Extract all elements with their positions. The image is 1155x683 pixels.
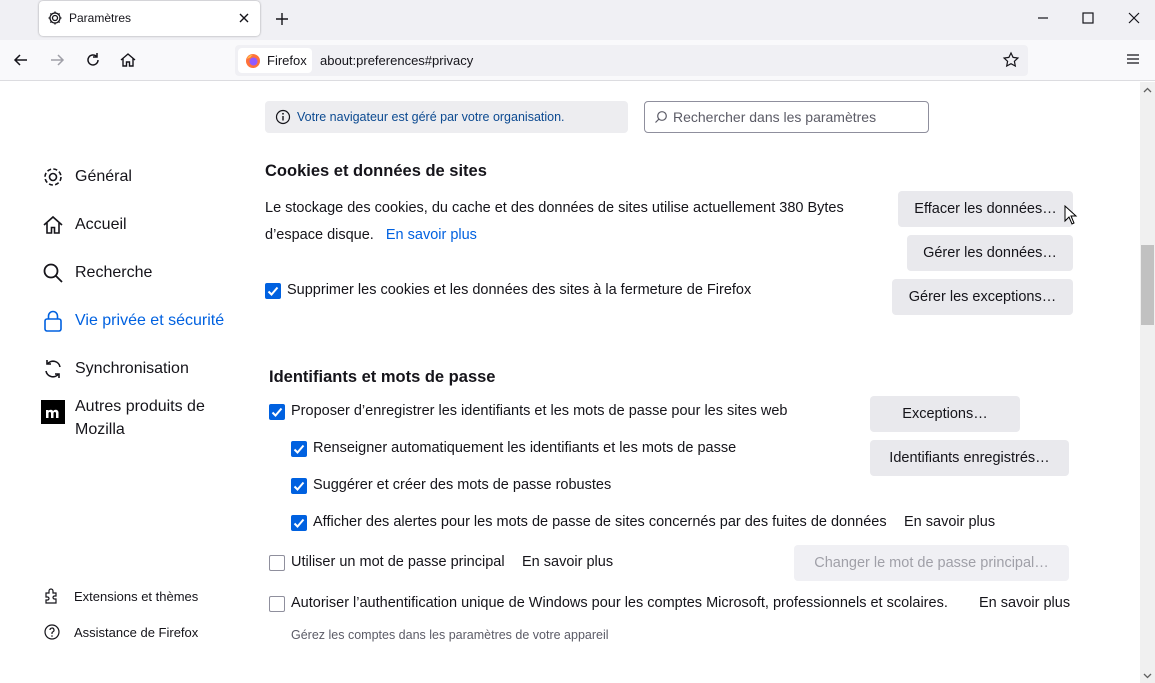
ask-to-save-checkbox[interactable] <box>269 404 285 420</box>
primary-password-checkbox[interactable] <box>269 555 285 571</box>
close-icon[interactable] <box>236 10 252 26</box>
cookies-description-line1: Le stockage des cookies, du cache et des… <box>265 200 844 216</box>
saved-logins-button[interactable]: Identifiants enregistrés… <box>870 440 1069 476</box>
hamburger-menu-icon[interactable] <box>1124 50 1142 68</box>
window-close-icon[interactable] <box>1124 8 1144 28</box>
autofill-label[interactable]: Renseigner automatiquement les identifia… <box>313 440 736 456</box>
maximize-icon[interactable] <box>1078 8 1098 28</box>
sidebar-item-label: Accueil <box>75 216 127 233</box>
search-input[interactable] <box>673 109 923 125</box>
manage-exceptions-button[interactable]: Gérer les exceptions… <box>892 279 1073 315</box>
suggest-passwords-label[interactable]: Suggérer et créer des mots de passe robu… <box>313 477 611 493</box>
gear-icon <box>48 11 62 25</box>
search-field[interactable] <box>644 101 929 133</box>
reload-icon[interactable] <box>83 50 103 70</box>
search-icon <box>43 263 63 283</box>
url-bar[interactable]: Firefox about:preferences#privacy <box>235 45 1028 76</box>
tab-preferences[interactable]: Paramètres <box>39 1 260 36</box>
breach-alerts-label[interactable]: Afficher des alertes pour les mots de pa… <box>313 514 887 530</box>
scroll-down-icon[interactable] <box>1142 670 1153 681</box>
sidebar-item-label: Autres produits de Mozilla <box>75 398 205 438</box>
windows-sso-checkbox[interactable] <box>269 596 285 612</box>
delete-on-close-label[interactable]: Supprimer les cookies et les données des… <box>287 282 751 298</box>
policies-notice[interactable]: Votre navigateur est géré par votre orga… <box>265 101 628 133</box>
sidebar-item-label: Recherche <box>75 264 153 281</box>
info-icon <box>275 109 291 125</box>
new-tab-icon[interactable] <box>272 9 292 29</box>
sidebar-extensions-label: Extensions et thèmes <box>74 588 199 604</box>
checkmark-icon <box>271 407 283 417</box>
scrollbar[interactable] <box>1140 82 1155 683</box>
minimize-icon[interactable] <box>1033 8 1053 28</box>
sidebar-item-label: Synchronisation <box>75 360 189 377</box>
change-primary-password-button[interactable]: Changer le mot de passe principal… <box>794 545 1069 581</box>
mouse-cursor-icon <box>1064 205 1078 225</box>
clear-data-button[interactable]: Effacer les données… <box>898 191 1073 227</box>
mozilla-icon <box>41 400 65 424</box>
sso-hint: Gérez les comptes dans les paramètres de… <box>291 628 609 642</box>
sidebar-item-search[interactable]: Recherche <box>41 261 152 285</box>
sidebar-item-mozilla[interactable]: Autres produits de Mozilla <box>41 395 225 441</box>
manage-data-button[interactable]: Gérer les données… <box>907 235 1073 271</box>
breach-alerts-checkbox[interactable] <box>291 515 307 531</box>
primary-learn-more-link[interactable]: En savoir plus <box>522 554 613 570</box>
cookies-description-line2: d’espace disque. <box>265 227 374 243</box>
sidebar-support[interactable]: Assistance de Firefox <box>43 623 198 641</box>
delete-on-close-checkbox[interactable] <box>265 283 281 299</box>
scrollbar-thumb[interactable] <box>1141 245 1154 325</box>
cookies-heading: Cookies et données de sites <box>265 162 487 180</box>
logins-exceptions-button[interactable]: Exceptions… <box>870 396 1020 432</box>
windows-sso-label[interactable]: Autoriser l’authentification unique de W… <box>291 595 948 611</box>
tab-title: Paramètres <box>69 11 132 25</box>
home-icon <box>43 215 63 234</box>
sidebar-support-label: Assistance de Firefox <box>74 624 199 640</box>
scroll-up-icon[interactable] <box>1142 85 1153 96</box>
breach-learn-more-link[interactable]: En savoir plus <box>904 514 995 530</box>
sidebar-item-label: Général <box>75 168 132 185</box>
tab-strip: Paramètres <box>0 0 1155 40</box>
policies-notice-text: Votre navigateur est géré par votre orga… <box>297 110 565 124</box>
lock-icon <box>44 310 62 332</box>
ask-to-save-label[interactable]: Proposer d’enregistrer les identifiants … <box>291 403 787 419</box>
sync-icon <box>45 360 61 378</box>
sidebar-item-label: Vie privée et sécurité <box>75 312 225 329</box>
checkmark-icon <box>293 444 305 454</box>
url-text[interactable]: about:preferences#privacy <box>320 53 473 68</box>
cookies-description: Le stockage des cookies, du cache et des… <box>265 195 875 249</box>
checkmark-icon <box>293 481 305 491</box>
suggest-passwords-checkbox[interactable] <box>291 478 307 494</box>
sidebar-extensions[interactable]: Extensions et thèmes <box>43 587 198 605</box>
back-arrow-icon[interactable] <box>11 50 31 70</box>
sidebar-item-general[interactable]: Général <box>41 165 132 189</box>
primary-password-label[interactable]: Utiliser un mot de passe principal <box>291 554 505 570</box>
firefox-logo-icon <box>246 54 260 68</box>
sidebar-item-sync[interactable]: Synchronisation <box>41 357 189 381</box>
search-icon <box>655 111 667 123</box>
checkmark-icon <box>293 518 305 528</box>
navigation-bar: Firefox about:preferences#privacy <box>0 40 1155 81</box>
sso-learn-more-link[interactable]: En savoir plus <box>979 595 1070 611</box>
checkmark-icon <box>267 286 279 296</box>
home-icon[interactable] <box>118 50 138 70</box>
bookmark-star-icon[interactable] <box>1002 51 1020 69</box>
help-icon <box>44 624 60 640</box>
gear-icon <box>44 168 62 186</box>
sidebar-item-privacy[interactable]: Vie privée et sécurité <box>41 309 224 333</box>
identity-label: Firefox <box>267 53 307 68</box>
autofill-checkbox[interactable] <box>291 441 307 457</box>
identity-box[interactable]: Firefox <box>238 48 312 73</box>
cookies-learn-more-link[interactable]: En savoir plus <box>386 227 477 243</box>
logins-heading: Identifiants et mots de passe <box>269 368 496 386</box>
puzzle-icon <box>45 588 57 604</box>
sidebar-item-home[interactable]: Accueil <box>41 213 127 237</box>
forward-arrow-icon[interactable] <box>47 50 67 70</box>
